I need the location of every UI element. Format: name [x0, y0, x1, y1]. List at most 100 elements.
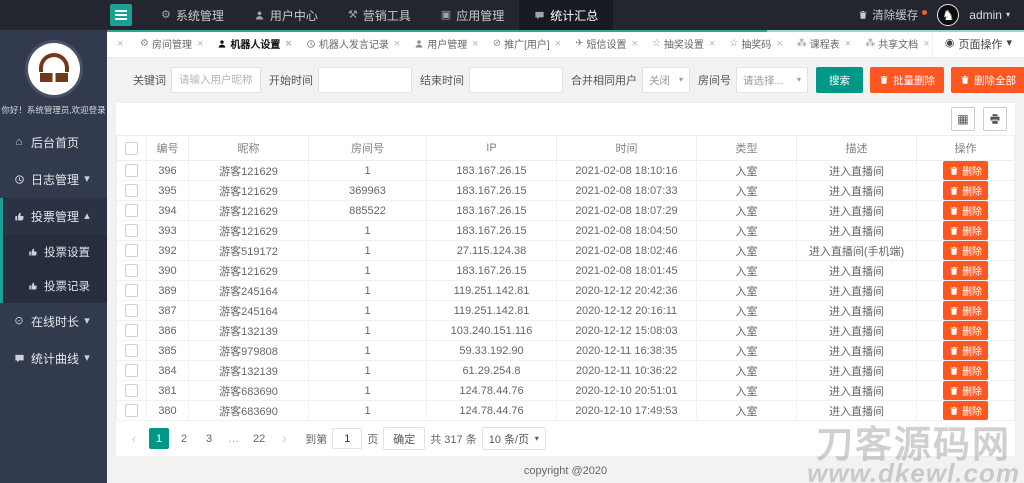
- close-icon[interactable]: ×: [776, 38, 782, 50]
- delete-button[interactable]: 删除: [943, 281, 988, 300]
- close-icon[interactable]: ×: [285, 38, 291, 50]
- tab[interactable]: ☆ 抽奖码 ×: [722, 30, 789, 57]
- delete-button[interactable]: 删除: [943, 361, 988, 380]
- start-time-input[interactable]: [318, 67, 412, 93]
- delete-button[interactable]: 删除: [943, 181, 988, 200]
- tab[interactable]: 机器人发言记录 ×: [299, 30, 407, 57]
- confirm-button[interactable]: 确定: [383, 427, 426, 450]
- row-checkbox[interactable]: [125, 204, 138, 217]
- log-table: 编号 昵称 房间号 IP 时间 类型 描述 操作 396 游客121629 1 …: [116, 135, 1015, 421]
- cell-type: 入室: [696, 260, 797, 281]
- close-icon[interactable]: ×: [472, 38, 478, 50]
- delete-all-button[interactable]: 删除全部: [951, 67, 1024, 93]
- close-icon[interactable]: ×: [197, 38, 203, 50]
- page-operations-dropdown[interactable]: ◉ 页面操作 ▾: [931, 30, 1024, 57]
- end-time-input[interactable]: [469, 67, 563, 93]
- clear-cache-button[interactable]: 清除缓存: [858, 7, 928, 23]
- delete-button[interactable]: 删除: [943, 321, 988, 340]
- tab[interactable]: ⊘ 推广[用户] ×: [486, 30, 568, 57]
- page-number-2[interactable]: 2: [174, 428, 194, 449]
- cell-type: 入室: [696, 340, 797, 361]
- tab[interactable]: ⁂ 课程表 ×: [790, 30, 858, 57]
- topbar-menu-item[interactable]: ⚙ 系统管理: [146, 0, 239, 30]
- sidebar-item-vote-records[interactable]: 投票记录: [3, 269, 107, 303]
- close-icon[interactable]: ×: [632, 38, 638, 50]
- sidebar-item-online-time[interactable]: ⊙ 在线时长 ▾: [0, 303, 107, 340]
- delete-button[interactable]: 删除: [943, 341, 988, 360]
- admin-dropdown[interactable]: admin ▾: [969, 8, 1010, 22]
- close-icon[interactable]: ×: [117, 38, 123, 50]
- delete-button[interactable]: 删除: [943, 401, 988, 420]
- merge-user-select[interactable]: 关闭 ▾: [642, 67, 690, 93]
- tab[interactable]: ⁂ 共享文档 ×: [858, 30, 932, 57]
- row-checkbox[interactable]: [125, 224, 138, 237]
- menu-toggle-button[interactable]: [110, 4, 132, 26]
- sidebar-item-logs[interactable]: 日志管理 ▾: [0, 161, 107, 198]
- keyword-input[interactable]: [171, 67, 261, 93]
- tab[interactable]: 用户管理 ×: [407, 30, 485, 57]
- row-checkbox[interactable]: [125, 384, 138, 397]
- tab[interactable]: 机器人设置 ×: [210, 30, 298, 57]
- row-checkbox[interactable]: [125, 184, 138, 197]
- filter-columns-button[interactable]: ▦: [951, 107, 975, 131]
- close-icon[interactable]: ×: [394, 38, 400, 50]
- search-button[interactable]: 搜索: [816, 67, 863, 93]
- page-size-select[interactable]: 10 条/页 ▾: [481, 427, 546, 450]
- cell-ip: 183.167.26.15: [426, 180, 557, 201]
- row-checkbox[interactable]: [125, 364, 138, 377]
- close-icon[interactable]: ×: [709, 38, 715, 50]
- cell-nickname: 游客245164: [188, 300, 309, 321]
- row-checkbox[interactable]: [125, 244, 138, 257]
- topbar-menu-item[interactable]: 统计汇总: [519, 0, 614, 30]
- delete-button[interactable]: 删除: [943, 261, 988, 280]
- print-button[interactable]: [983, 107, 1007, 131]
- select-all-checkbox[interactable]: [125, 141, 138, 155]
- row-checkbox[interactable]: [125, 324, 138, 337]
- topbar-menu-item[interactable]: ⚒ 营销工具: [333, 0, 426, 30]
- row-checkbox[interactable]: [125, 404, 138, 417]
- close-icon[interactable]: ×: [845, 38, 851, 50]
- cell-ip: 183.167.26.15: [426, 260, 557, 281]
- tab-label: 共享文档: [878, 40, 919, 51]
- delete-button[interactable]: 删除: [943, 381, 988, 400]
- cell-nickname: 游客121629: [188, 220, 309, 241]
- delete-button[interactable]: 删除: [943, 221, 988, 240]
- row-checkbox[interactable]: [125, 284, 138, 297]
- room-number-select[interactable]: 请选择... ▾: [736, 67, 808, 93]
- row-checkbox[interactable]: [125, 344, 138, 357]
- table-row: 392 游客519172 1 27.115.124.38 2021-02-08 …: [116, 240, 1015, 261]
- close-icon[interactable]: ×: [923, 38, 929, 50]
- page-number-3[interactable]: 3: [199, 428, 219, 449]
- row-checkbox[interactable]: [125, 264, 138, 277]
- prev-page-button[interactable]: ‹: [124, 428, 144, 449]
- cell-id: 393: [146, 220, 189, 241]
- sidebar-item-vote[interactable]: 投票管理 ▴: [3, 198, 107, 235]
- tab[interactable]: ×: [107, 30, 133, 57]
- tab[interactable]: ⚙ 房间管理 ×: [133, 30, 210, 57]
- row-checkbox[interactable]: [125, 164, 138, 177]
- tab[interactable]: ☆ 抽奖设置 ×: [645, 30, 722, 57]
- sidebar-item-stats-curve[interactable]: 统计曲线 ▾: [0, 340, 107, 377]
- cell-nickname: 游客683690: [188, 400, 309, 421]
- goto-page-input[interactable]: [332, 428, 363, 449]
- cell-nickname: 游客121629: [188, 180, 309, 201]
- sidebar-item-vote-settings[interactable]: 投票设置: [3, 235, 107, 269]
- page-number-22[interactable]: 22: [249, 428, 269, 449]
- delete-button[interactable]: 删除: [943, 161, 988, 180]
- chevron-down-icon: ▾: [1005, 10, 1010, 19]
- topbar-menu-item[interactable]: ▣ 应用管理: [426, 0, 519, 30]
- sidebar-item-home[interactable]: ⌂ 后台首页: [0, 124, 107, 161]
- avatar[interactable]: ♞: [937, 4, 960, 26]
- delete-button[interactable]: 删除: [943, 301, 988, 320]
- tab[interactable]: ✈ 短信设置 ×: [568, 30, 645, 57]
- tab-label: 短信设置: [586, 40, 627, 51]
- chevron-down-icon: ▾: [534, 433, 539, 443]
- close-icon[interactable]: ×: [555, 38, 561, 50]
- topbar-menu-item[interactable]: 用户中心: [239, 0, 333, 30]
- next-page-button[interactable]: ›: [274, 428, 294, 449]
- row-checkbox[interactable]: [125, 304, 138, 317]
- batch-delete-button[interactable]: 批量删除: [870, 67, 944, 93]
- page-number-1[interactable]: 1: [149, 428, 169, 449]
- delete-button[interactable]: 删除: [943, 241, 988, 260]
- delete-button[interactable]: 删除: [943, 201, 988, 220]
